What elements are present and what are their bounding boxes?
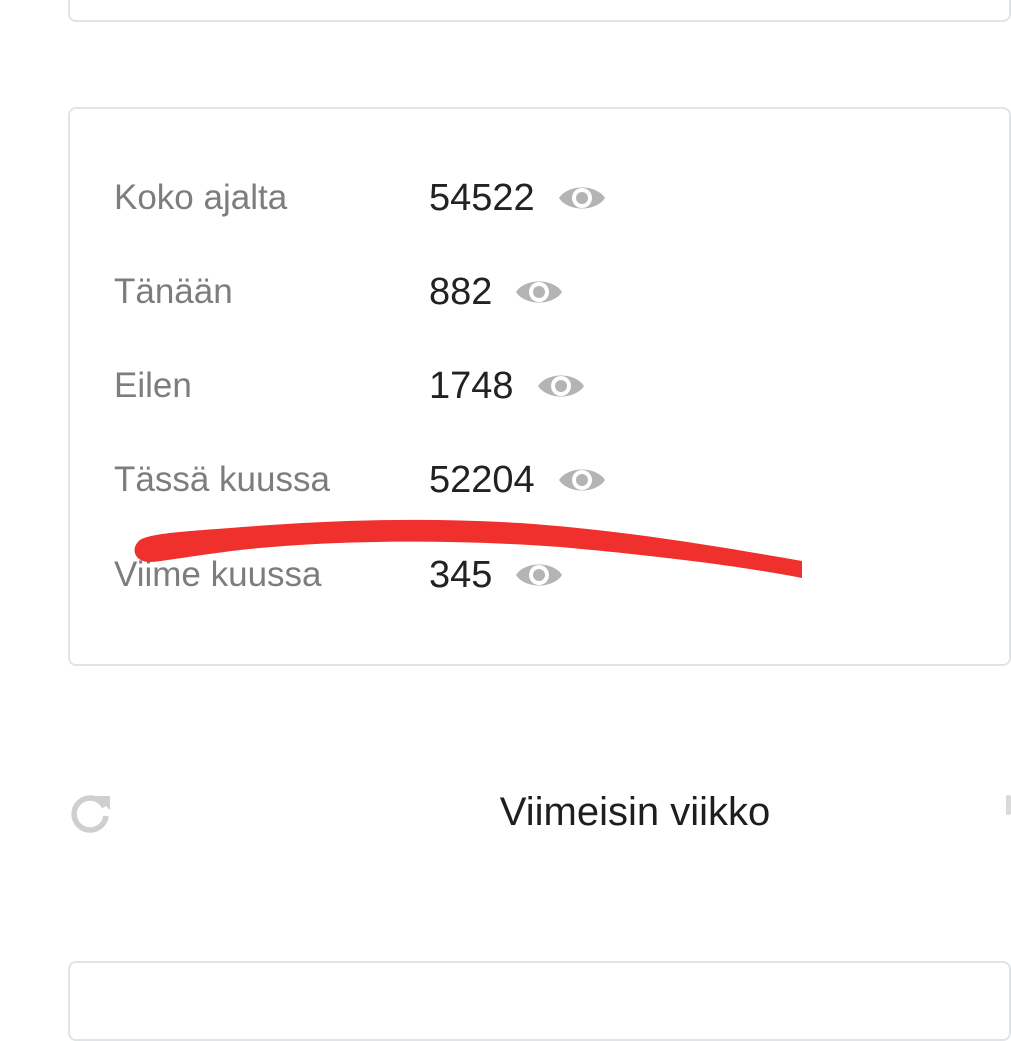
stat-label: Koko ajalta	[114, 178, 288, 217]
stat-row-all-time: Koko ajalta 54522	[114, 173, 974, 223]
stat-value: 1748	[429, 365, 514, 407]
eye-icon	[516, 564, 563, 586]
eye-icon	[558, 187, 605, 209]
refresh-icon[interactable]	[66, 790, 114, 838]
stat-label: Tässä kuussa	[114, 460, 330, 499]
eye-icon	[537, 375, 584, 397]
stat-label: Tänään	[114, 272, 233, 311]
eye-icon	[558, 469, 605, 491]
stat-row-this-month: Tässä kuussa 52204	[114, 455, 974, 505]
stat-row-yesterday: Eilen 1748	[114, 361, 974, 411]
stat-value: 54522	[429, 177, 535, 219]
scroll-edge-indicator	[1006, 795, 1011, 815]
stats-card-next	[68, 961, 1011, 1041]
eye-icon	[516, 281, 563, 303]
stat-label: Eilen	[114, 366, 192, 405]
stat-row-last-month: Viime kuussa 345	[114, 550, 974, 600]
stat-label: Viime kuussa	[114, 555, 322, 594]
stat-value: 882	[429, 271, 493, 313]
view-stats-card: Koko ajalta 54522 Tänään 882 Eilen 1748	[68, 107, 1011, 666]
stat-value: 345	[429, 554, 493, 596]
section-title: Viimeisin viikko	[499, 790, 771, 834]
stat-value: 52204	[429, 459, 535, 501]
stat-row-today: Tänään 882	[114, 267, 974, 317]
stats-card-previous	[68, 0, 1011, 22]
